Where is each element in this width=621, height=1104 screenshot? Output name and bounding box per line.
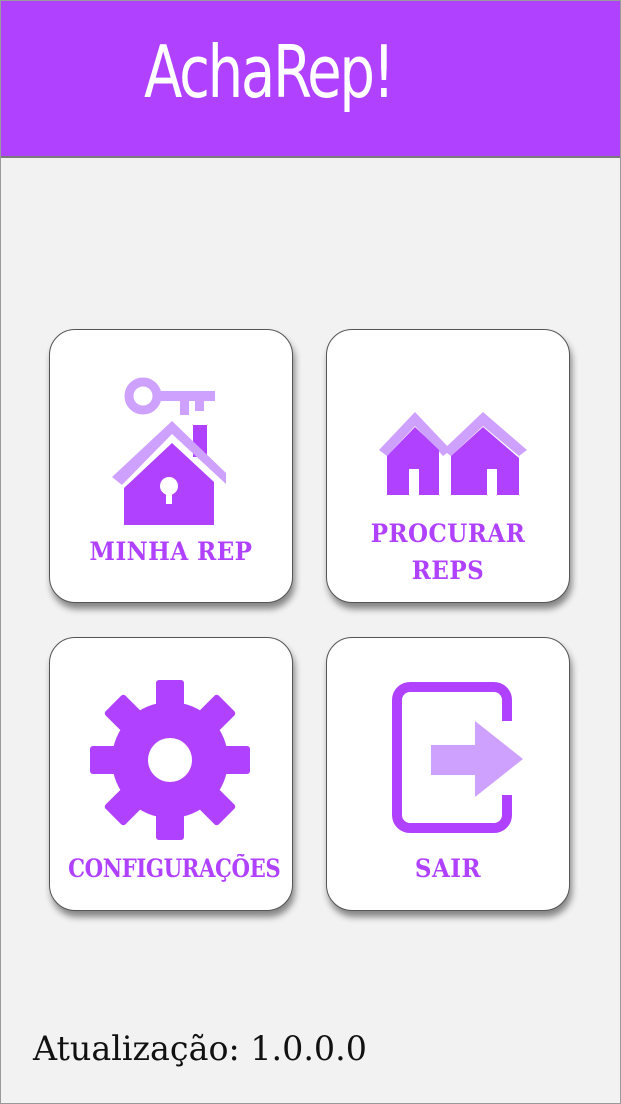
sair-button[interactable]: SAIR: [326, 637, 570, 911]
reps-label: REPS: [411, 556, 485, 585]
procurar-label: PROCURAR: [370, 519, 526, 548]
version-text: Atualização: 1.0.0.0: [33, 1029, 367, 1069]
app-header: AchaRep!: [0, 0, 621, 158]
procurar-reps-button[interactable]: PROCURAR REPS: [326, 329, 570, 603]
configuracoes-button[interactable]: CONFIGURAÇÕES: [49, 637, 293, 911]
minha-rep-button[interactable]: MINHA REP: [49, 329, 293, 603]
sair-label: SAIR: [414, 854, 482, 883]
minha-rep-label: MINHA REP: [89, 537, 253, 566]
app-title: AchaRep!: [144, 30, 395, 114]
configuracoes-label: CONFIGURAÇÕES: [68, 854, 281, 883]
